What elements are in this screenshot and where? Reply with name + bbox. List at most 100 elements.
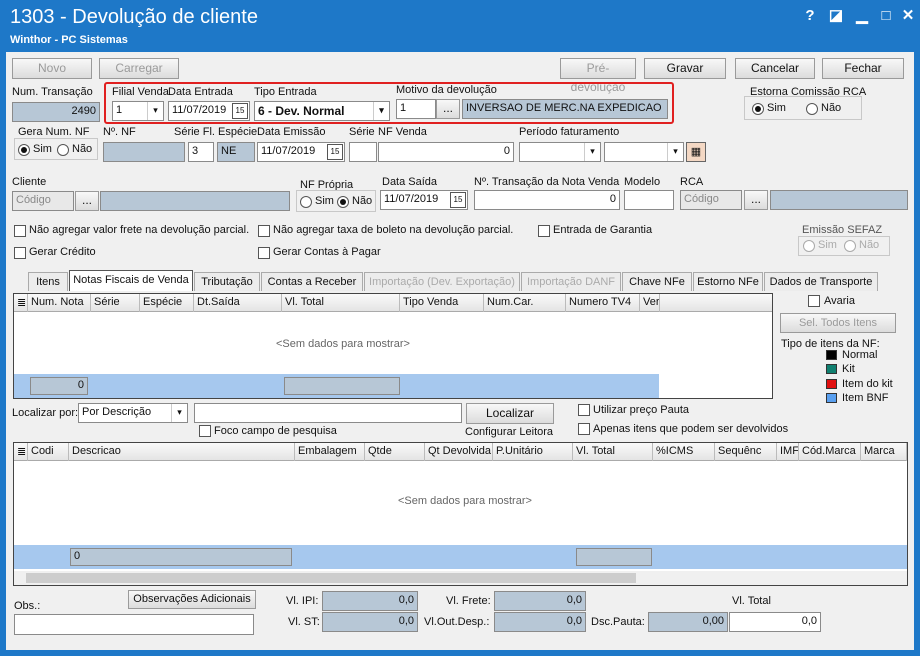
rca-search-button[interactable]: ... [744,190,768,210]
col-ver[interactable]: Ver [640,294,660,312]
col-p-unitario[interactable]: P.Unitário [493,443,573,461]
periodo-inicio-select[interactable]: ▾ [519,142,601,162]
tab-chave-nfe[interactable]: Chave NFe [622,272,692,291]
legend-kit-swatch [826,364,837,374]
col-embalagem[interactable]: Embalagem [295,443,365,461]
nf-venda-field[interactable]: 0 [378,142,514,162]
calendar-icon[interactable]: 15 [327,144,343,160]
close-icon[interactable]: ✕ [898,6,918,26]
obs-field[interactable] [14,614,254,635]
col-vl-total[interactable]: Vl. Total [573,443,653,461]
col-num-car[interactable]: Num.Car. [484,294,566,312]
foco-campo-checkbox[interactable] [199,425,211,437]
filial-venda-select[interactable]: 1 ▾ [112,101,164,121]
cliente-search-button[interactable]: ... [75,191,99,211]
maximize-icon[interactable]: □ [876,6,896,26]
cancelar-button[interactable]: Cancelar [735,58,815,79]
col-marca[interactable]: Marca [861,443,907,461]
apenas-itens-label: Apenas itens que podem ser devolvidos [593,423,789,435]
avaria-checkbox[interactable] [808,295,820,307]
help-icon[interactable]: ? [800,6,820,26]
fechar-button[interactable]: Fechar [822,58,904,79]
minimize-icon[interactable]: ▁ [852,6,872,26]
estorna-nao-radio[interactable] [806,103,818,115]
col-serie[interactable]: Série [91,294,140,312]
sel-todos-itens-button[interactable]: Sel. Todos Itens [780,313,896,333]
col-imf[interactable]: IMF [777,443,799,461]
nf-propria-sim-radio[interactable] [300,196,312,208]
estorna-sim-label: Sim [767,102,786,114]
tab-tributacao[interactable]: Tributação [194,272,260,291]
col-descricao[interactable]: Descricao [69,443,295,461]
col-cod-marca[interactable]: Cód.Marca [799,443,861,461]
col-codi[interactable]: Codi [28,443,69,461]
col-qtde[interactable]: Qtde [365,443,425,461]
pre-devolucao-button[interactable]: Pré-devolução [560,58,636,94]
apenas-itens-checkbox[interactable] [578,423,590,435]
col-num-nota[interactable]: Num. Nota [28,294,91,312]
modelo-field[interactable] [624,190,674,210]
serie-field[interactable] [349,142,377,162]
observacoes-adicionais-button[interactable]: Observações Adicionais [128,590,256,609]
tipo-entrada-select[interactable]: 6 - Dev. Normal ▾ [254,101,390,121]
col-qt-devolvida[interactable]: Qt Devolvida [425,443,493,461]
col-tipo-venda[interactable]: Tipo Venda [400,294,484,312]
col-especie[interactable]: Espécie [140,294,194,312]
tab-estorno-nfe[interactable]: Estorno NFe [693,272,763,291]
sefaz-nao-radio[interactable] [844,240,856,252]
entrada-garantia-checkbox[interactable] [538,225,550,237]
col-icms[interactable]: %ICMS [653,443,715,461]
serie-fl-especie-label: Série Fl. Espécie [174,126,258,138]
num-trans-nota-venda-field[interactable]: 0 [474,190,620,210]
tab-notas-fiscais-venda[interactable]: Notas Fiscais de Venda [69,270,193,291]
gravar-button[interactable]: Gravar [644,58,726,79]
calendar-icon[interactable]: 15 [450,192,466,208]
cliente-code-field[interactable]: Código [12,191,74,211]
tab-itens[interactable]: Itens [28,272,68,291]
nao-agregar-boleto-checkbox[interactable] [258,225,270,237]
calendar-icon[interactable]: 15 [232,103,248,119]
col-dt-saida[interactable]: Dt.Saída [194,294,282,312]
rca-code-field[interactable]: Código [680,190,742,210]
novo-button[interactable]: Novo [12,58,92,79]
data-saida-field[interactable]: 11/07/2019 15 [380,190,468,210]
utilizar-preco-pauta-checkbox[interactable] [578,404,590,416]
col-vl-total[interactable]: Vl. Total [282,294,400,312]
col-sequencia[interactable]: Sequênc [715,443,777,461]
motivo-code-field[interactable]: 1 [396,99,436,119]
tab-importacao-danf[interactable]: Importação DANF [521,272,621,291]
restore-layout-icon[interactable]: ◪ [826,6,846,26]
grid-menu-icon[interactable]: ≣ [14,443,28,461]
data-emissao-field[interactable]: 11/07/2019 15 [257,142,345,162]
motivo-search-button[interactable]: ... [436,99,460,119]
gerar-contas-pagar-checkbox[interactable] [258,247,270,259]
col-numero-tv4[interactable]: Numero TV4 [566,294,640,312]
tab-contas-receber[interactable]: Contas a Receber [261,272,363,291]
nao-agregar-frete-checkbox[interactable] [14,225,26,237]
periodo-fim-select[interactable]: ▾ [604,142,684,162]
data-entrada-value: 11/07/2019 [172,104,227,116]
grid-menu-icon[interactable]: ≣ [14,294,28,312]
horizontal-scrollbar[interactable] [14,571,907,585]
gera-nf-sim-radio[interactable] [18,144,30,156]
chevron-down-icon: ▾ [147,102,163,120]
tab-importacao-exportacao[interactable]: Importação (Dev. Exportação) [364,272,520,291]
rca-label: RCA [680,176,704,188]
localizar-por-select[interactable]: Por Descrição ▾ [78,403,188,423]
configurar-leitora-link[interactable]: Configurar Leitora [465,426,553,438]
carregar-button[interactable]: Carregar [99,58,179,79]
sefaz-sim-radio[interactable] [803,240,815,252]
serie-fl-field[interactable]: 3 [188,142,214,162]
num-transacao-field: 2490 [12,102,100,122]
entrada-garantia-label: Entrada de Garantia [553,224,653,236]
nf-propria-nao-radio[interactable] [337,196,349,208]
gerar-credito-checkbox[interactable] [14,247,26,259]
localizar-button[interactable]: Localizar [466,403,554,424]
data-entrada-field[interactable]: 11/07/2019 15 [168,101,250,121]
gera-nf-nao-radio[interactable] [57,144,69,156]
estorna-sim-radio[interactable] [752,103,764,115]
tab-dados-transporte[interactable]: Dados de Transporte [764,272,878,291]
search-input[interactable] [194,403,462,423]
scrollbar-thumb[interactable] [26,573,636,583]
calendar-picker-icon[interactable]: ▦ [686,142,706,162]
